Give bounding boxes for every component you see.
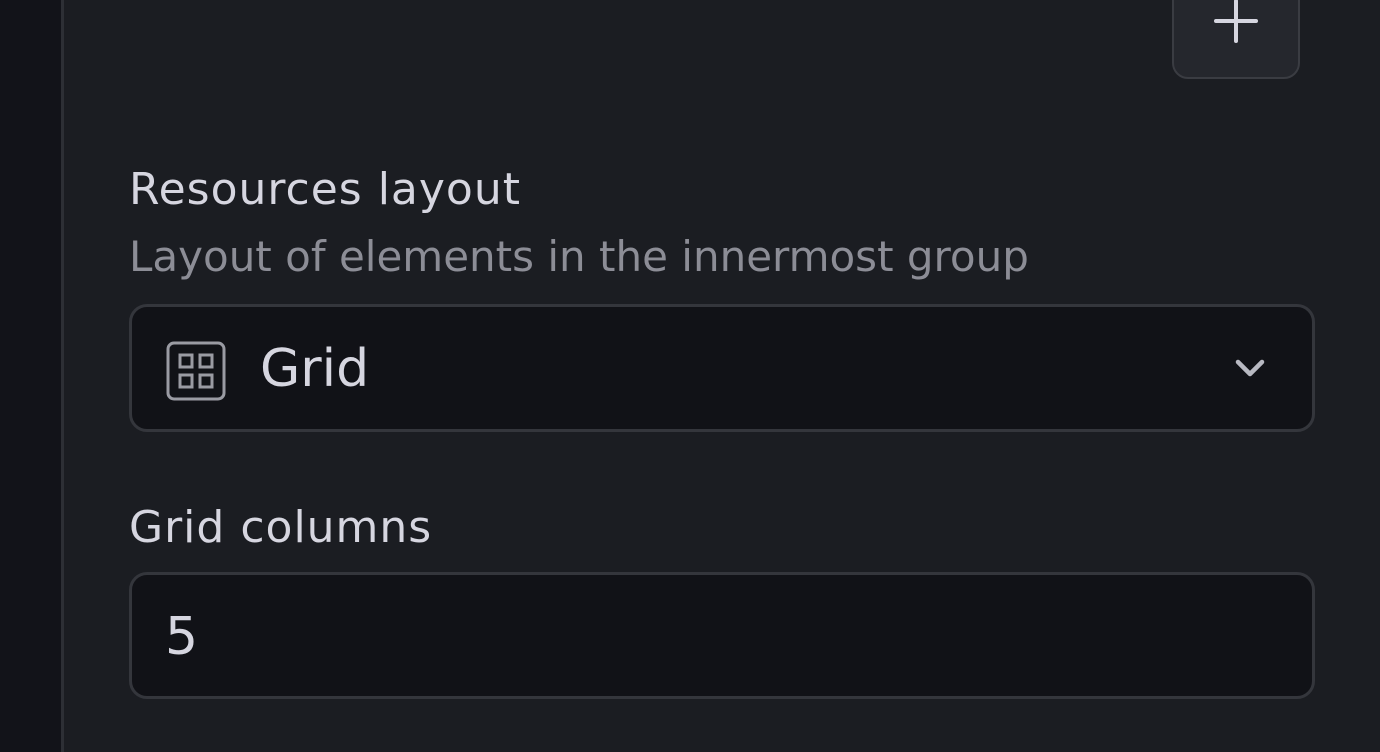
resources-layout-description: Layout of elements in the innermost grou… xyxy=(129,232,1029,281)
grid-columns-value: 5 xyxy=(165,607,199,667)
resources-layout-value: Grid xyxy=(260,339,370,399)
add-button[interactable] xyxy=(1172,0,1300,79)
chevron-down-icon xyxy=(1235,359,1265,377)
resources-layout-select[interactable]: Grid xyxy=(129,304,1315,432)
grid-icon xyxy=(166,341,226,401)
page: Resources layout Layout of elements in t… xyxy=(0,0,1380,752)
sidebar-strip xyxy=(0,0,61,752)
grid-columns-label: Grid columns xyxy=(129,502,433,553)
grid-columns-input[interactable]: 5 xyxy=(129,572,1315,699)
plus-icon xyxy=(1214,0,1258,43)
resources-layout-label: Resources layout xyxy=(129,164,521,215)
